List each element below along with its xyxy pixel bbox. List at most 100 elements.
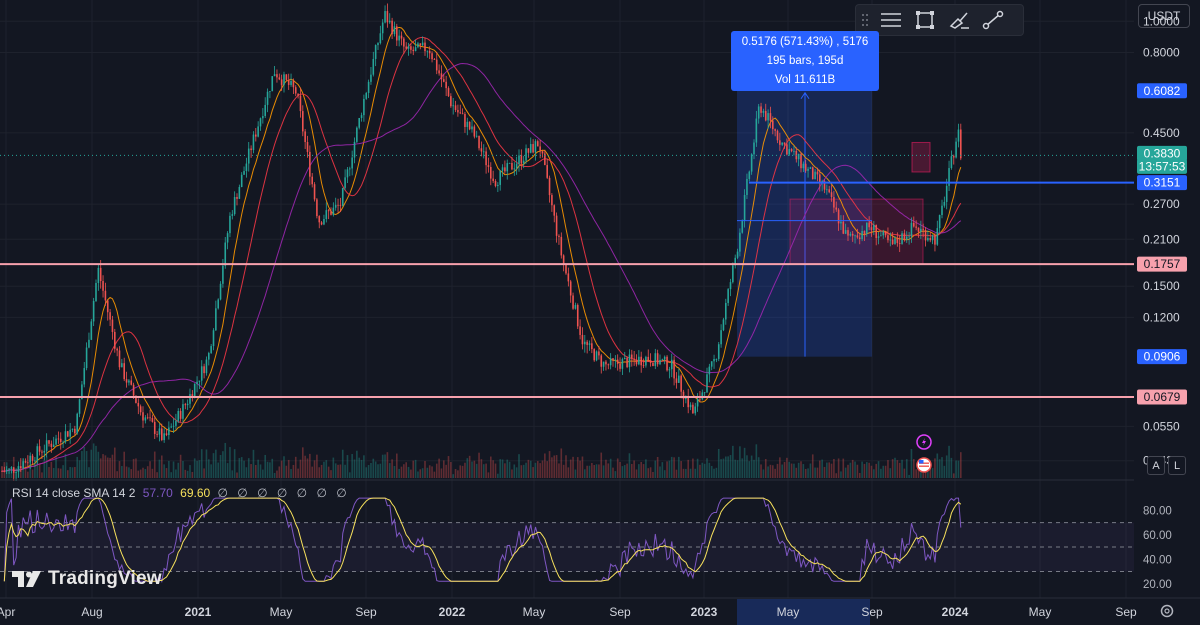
auto-scale-button[interactable]: A bbox=[1147, 456, 1165, 475]
time-axis[interactable]: Apr Aug 2021 May Sep 2022 May Sep 2023 May Sep 2024… bbox=[0, 605, 1137, 619]
volume-bar bbox=[309, 453, 311, 478]
candle-body bbox=[887, 235, 889, 241]
candle-body bbox=[163, 433, 165, 441]
volume-bar bbox=[320, 464, 323, 478]
volume-bar bbox=[1, 471, 3, 478]
rsi-tick-label: 40.00 bbox=[1143, 554, 1172, 566]
volume-bar bbox=[299, 459, 302, 478]
candle-body bbox=[882, 231, 885, 236]
volume-bar bbox=[175, 469, 177, 478]
volume-bar bbox=[943, 465, 946, 478]
volume-bar bbox=[880, 468, 882, 478]
volume-bar bbox=[78, 460, 81, 478]
candle-body bbox=[957, 129, 960, 142]
candle-body bbox=[38, 446, 41, 452]
volume-bar bbox=[170, 472, 172, 478]
candle-body bbox=[233, 197, 236, 215]
settings-gear-icon[interactable] bbox=[1160, 604, 1174, 618]
price-badge-label: 0.0906 bbox=[1144, 350, 1181, 364]
price-tick-label: 0.1200 bbox=[1143, 310, 1180, 324]
candle-body bbox=[62, 441, 64, 443]
volume-bar bbox=[215, 449, 217, 478]
candle-body bbox=[894, 238, 896, 244]
volume-bar bbox=[50, 461, 53, 478]
volume-bar bbox=[135, 458, 137, 478]
rectangle-drawing-small[interactable] bbox=[911, 141, 931, 173]
candle-body bbox=[271, 76, 274, 92]
log-scale-button[interactable]: L bbox=[1168, 456, 1186, 475]
lightning-event-icon[interactable] bbox=[916, 434, 932, 450]
volume-bar bbox=[797, 462, 800, 478]
candle-body bbox=[316, 199, 318, 217]
candle-body bbox=[725, 302, 727, 320]
volume-bar bbox=[591, 462, 593, 478]
candle-body bbox=[440, 73, 443, 80]
tradingview-logo[interactable]: TradingView bbox=[12, 568, 162, 590]
trend-line-tool-button[interactable] bbox=[976, 5, 1010, 35]
horizontal-lines[interactable] bbox=[0, 154, 1134, 398]
horizontal-lines-tool-button[interactable] bbox=[874, 5, 908, 35]
rsi-legend[interactable]: RSI 14 close SMA 14 2 57.70 69.60 ∅ ∅ ∅ … bbox=[12, 486, 350, 500]
candle-body bbox=[391, 20, 393, 35]
candle-body bbox=[212, 330, 215, 347]
candle-body bbox=[74, 428, 76, 434]
volume-bar bbox=[819, 460, 821, 478]
candle-body bbox=[255, 134, 257, 137]
volume-bar bbox=[764, 458, 767, 478]
candle-body bbox=[356, 127, 358, 142]
volume-bar bbox=[38, 464, 41, 478]
trend-line-icon bbox=[982, 10, 1004, 30]
candle-body bbox=[539, 146, 541, 152]
us-flag-event-icon[interactable] bbox=[916, 457, 932, 473]
candle-body bbox=[285, 74, 288, 80]
candle-body bbox=[485, 151, 487, 166]
volume-bar bbox=[125, 466, 128, 478]
volume-bar bbox=[891, 459, 894, 478]
volume-bar bbox=[153, 451, 156, 478]
volume-bar bbox=[656, 456, 659, 478]
volume-bar bbox=[602, 465, 605, 478]
volume-bar bbox=[746, 455, 748, 478]
volume-bar bbox=[447, 456, 450, 478]
time-label: Apr bbox=[0, 605, 15, 619]
volume-bar bbox=[64, 453, 67, 478]
volume-bar bbox=[760, 464, 762, 478]
tradingview-logo-icon bbox=[12, 571, 41, 587]
candle-body bbox=[217, 299, 219, 309]
candle-body bbox=[189, 394, 191, 404]
brush-tool-button[interactable] bbox=[942, 5, 976, 35]
volume-bar bbox=[468, 455, 471, 478]
volume-bar bbox=[212, 453, 215, 478]
volume-bar bbox=[638, 464, 640, 478]
candle-body bbox=[20, 466, 22, 469]
volume-bar bbox=[544, 453, 546, 478]
currency-selector[interactable]: USDT bbox=[1138, 4, 1190, 28]
candle-body bbox=[367, 81, 370, 93]
volume-bar bbox=[306, 458, 309, 478]
volume-bar bbox=[612, 467, 614, 478]
rectangle-drawing[interactable] bbox=[789, 198, 924, 265]
candle-body bbox=[346, 169, 349, 178]
candle-body bbox=[85, 347, 88, 369]
volume-bar bbox=[109, 457, 111, 478]
candle-body bbox=[920, 228, 922, 232]
candle-body bbox=[645, 356, 647, 366]
rectangle-tool-button[interactable] bbox=[908, 5, 942, 35]
volume-bar bbox=[224, 442, 227, 478]
candle-body bbox=[804, 163, 807, 171]
candle-body bbox=[781, 142, 783, 145]
volume-bar bbox=[915, 469, 917, 478]
chart-canvas[interactable]: 1.00000.80000.45000.27000.21000.15000.12… bbox=[0, 0, 1200, 625]
candle-body bbox=[896, 238, 899, 244]
candle-body bbox=[640, 356, 642, 366]
time-label: May bbox=[270, 605, 293, 619]
volume-bar bbox=[635, 469, 638, 478]
volume-bar bbox=[252, 449, 255, 478]
volume-bar bbox=[435, 463, 438, 478]
price-tick-label: 0.8000 bbox=[1143, 45, 1180, 59]
candle-body bbox=[200, 366, 203, 381]
candle-body bbox=[757, 106, 760, 119]
rsi-axis: 80.00 60.00 40.00 20.00 bbox=[1143, 505, 1172, 590]
candle-body bbox=[34, 460, 36, 462]
volume-bar bbox=[67, 470, 69, 478]
